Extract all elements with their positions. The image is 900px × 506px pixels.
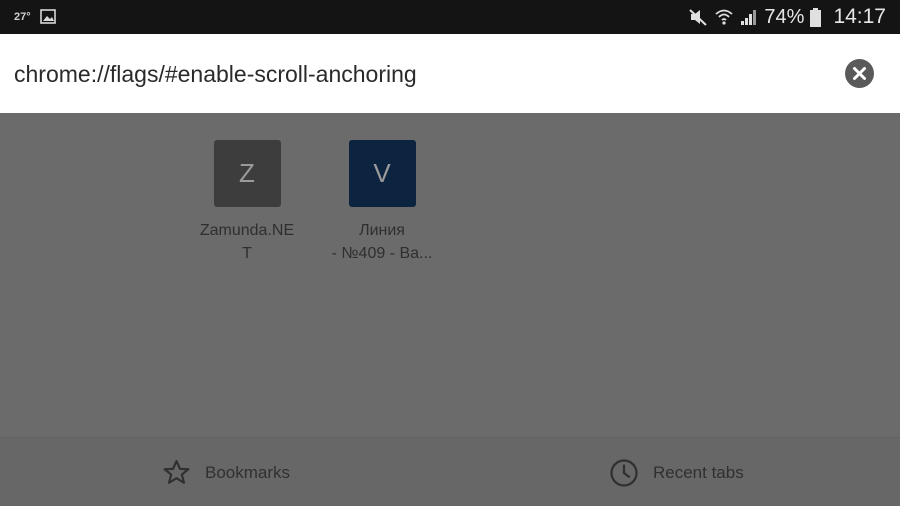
bookmarks-label: Bookmarks — [205, 462, 291, 482]
url-bar: chrome://flags/#enable-scroll-anchoring — [0, 34, 900, 113]
tile-label: Линия - №409 - Ва... — [322, 219, 442, 265]
signal-icon — [741, 10, 757, 25]
status-icons: 74% 14:17 — [688, 0, 886, 34]
wifi-icon — [715, 9, 733, 25]
tile-label-line2: - №409 - Ва... — [331, 245, 433, 262]
recent-tabs-button[interactable]: Recent tabs — [609, 438, 744, 506]
star-icon — [163, 459, 190, 484]
site-letter-icon: Z — [213, 140, 281, 207]
most-visited-tile-zamunda[interactable]: Z Zamunda.NE T — [187, 140, 307, 265]
tile-label-line1: Линия — [359, 222, 405, 239]
tile-label: Zamunda.NE T — [187, 219, 307, 265]
most-visited-tile-liniya[interactable]: V Линия - №409 - Ва... — [322, 140, 442, 265]
clock: 14:17 — [833, 5, 886, 28]
tile-label-line2: T — [242, 245, 252, 262]
site-letter-icon: V — [348, 140, 416, 207]
tile-label-line1: Zamunda.NE — [199, 222, 295, 239]
clear-url-button[interactable] — [845, 59, 874, 88]
battery-icon — [810, 7, 822, 27]
bookmarks-button[interactable]: Bookmarks — [162, 438, 290, 506]
mute-icon — [689, 9, 708, 26]
close-icon — [853, 67, 866, 80]
url-input[interactable]: chrome://flags/#enable-scroll-anchoring — [14, 58, 814, 90]
recent-tabs-label: Recent tabs — [653, 462, 744, 482]
clock-icon — [610, 458, 638, 487]
temperature-indicator: 27° — [14, 11, 31, 23]
bottom-bar: Bookmarks Recent tabs — [0, 437, 900, 506]
battery-percentage: 74% — [764, 5, 805, 28]
gallery-notification-icon — [40, 9, 56, 24]
status-bar: 27° 74% 14:17 — [0, 0, 900, 34]
